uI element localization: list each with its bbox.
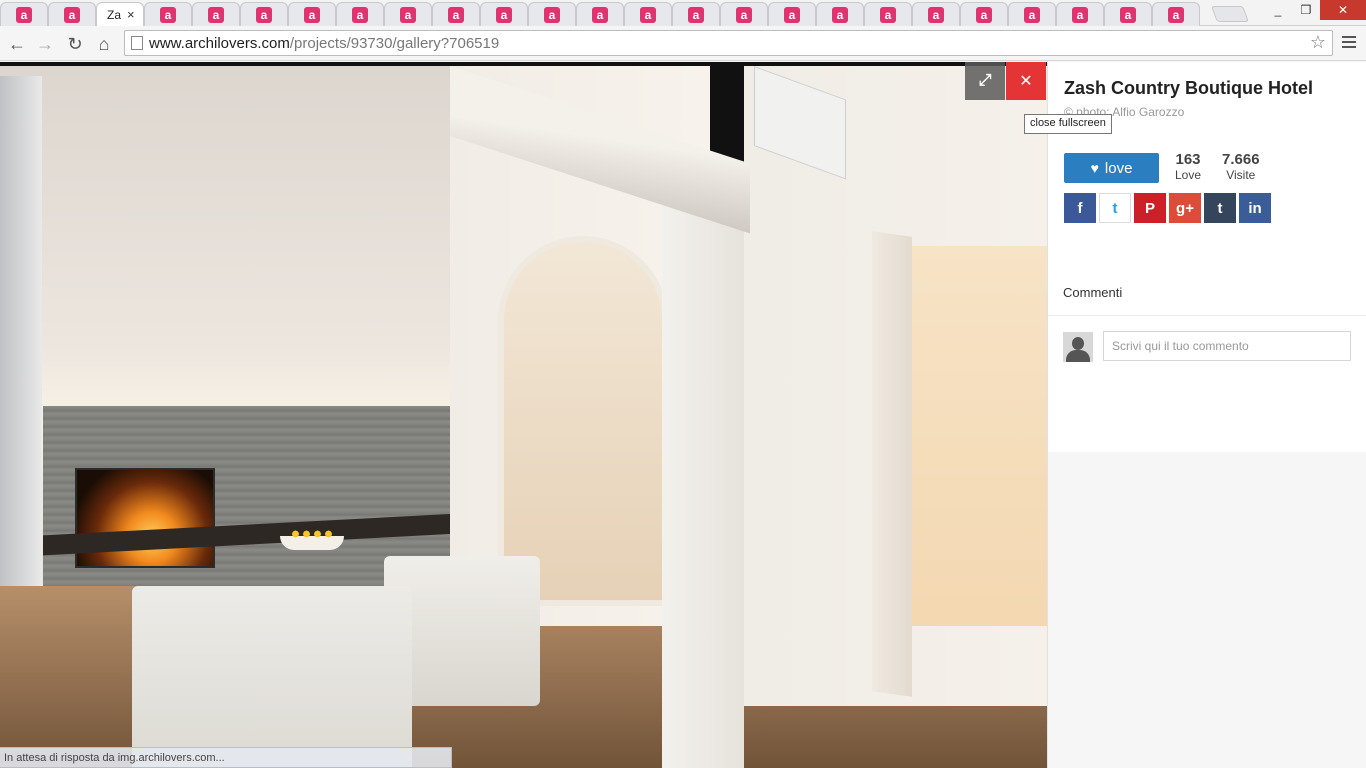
- archilovers-favicon-icon: a: [496, 6, 512, 23]
- archilovers-favicon-icon: a: [640, 6, 656, 23]
- browser-tab[interactable]: a: [912, 2, 960, 26]
- archilovers-favicon-icon: a: [688, 6, 704, 23]
- browser-tab[interactable]: a: [480, 2, 528, 26]
- browser-tab[interactable]: a: [528, 2, 576, 26]
- archilovers-favicon-icon: a: [352, 6, 368, 23]
- archilovers-favicon-icon: a: [208, 6, 224, 23]
- archilovers-favicon-icon: a: [544, 6, 560, 23]
- chrome-menu-icon[interactable]: [1342, 36, 1356, 48]
- page-icon: [131, 36, 143, 50]
- browser-tab[interactable]: a: [1008, 2, 1056, 26]
- status-bar: In attesa di risposta da img.archilovers…: [0, 747, 452, 768]
- archilovers-favicon-icon: a: [304, 6, 320, 23]
- archilovers-favicon-icon: a: [400, 6, 416, 23]
- browser-tab[interactable]: a: [240, 2, 288, 26]
- archilovers-favicon-icon: a: [448, 6, 464, 23]
- fireplace: [75, 468, 215, 568]
- love-count-label: Love: [1175, 168, 1202, 182]
- archilovers-favicon-icon: a: [592, 6, 608, 23]
- archilovers-favicon-icon: a: [1120, 6, 1136, 23]
- love-button[interactable]: ♥ love: [1064, 153, 1159, 183]
- new-tab-button[interactable]: [1211, 6, 1249, 22]
- archilovers-favicon-icon: a: [784, 6, 800, 23]
- browser-tab[interactable]: a: [384, 2, 432, 26]
- tab-active[interactable]: Za ×: [96, 2, 144, 26]
- browser-tab[interactable]: a: [288, 2, 336, 26]
- divider: [1048, 315, 1366, 316]
- browser-tab[interactable]: a: [864, 2, 912, 26]
- social-share-row: f t Pg+ t in: [1064, 193, 1274, 223]
- browser-tab[interactable]: a: [144, 2, 192, 26]
- linkedin-share-icon[interactable]: in: [1239, 193, 1271, 223]
- browser-tab[interactable]: a: [1104, 2, 1152, 26]
- tab-close-icon[interactable]: ×: [127, 7, 135, 22]
- browser-tab[interactable]: a: [816, 2, 864, 26]
- restore-button[interactable]: ❐: [1292, 0, 1320, 20]
- browser-tab[interactable]: a: [336, 2, 384, 26]
- url-text[interactable]: www.archilovers.com/projects/93730/galle…: [149, 35, 499, 52]
- browser-tab[interactable]: a: [1056, 2, 1104, 26]
- minimize-button[interactable]: _: [1264, 0, 1292, 20]
- archilovers-favicon-icon: a: [928, 6, 944, 23]
- tabs-row: a a Za × a a a a a a a a a a a a a a a a a a a a a a: [0, 2, 1200, 26]
- close-window-button[interactable]: ✕: [1320, 0, 1366, 20]
- facebook-share-icon[interactable]: f: [1064, 193, 1096, 223]
- forward-icon[interactable]: →: [34, 33, 56, 55]
- visits-stat: 7.666 Visite: [1222, 151, 1260, 182]
- browser-tab[interactable]: a: [0, 2, 48, 26]
- browser-tab[interactable]: a: [720, 2, 768, 26]
- archilovers-favicon-icon: a: [1168, 6, 1184, 23]
- browser-tab[interactable]: a: [672, 2, 720, 26]
- tumblr-share-icon[interactable]: t: [1204, 193, 1236, 223]
- comments-heading: Commenti: [1063, 285, 1123, 300]
- photo-viewer: ⤢ ✕: [0, 62, 1047, 768]
- bookmark-star-icon[interactable]: ☆: [1310, 32, 1326, 53]
- gallery-photo[interactable]: [0, 66, 1047, 768]
- url-host: www.archilovers.com: [149, 35, 290, 52]
- expand-icon[interactable]: ⤢: [965, 62, 1005, 100]
- browser-tab[interactable]: a: [624, 2, 672, 26]
- browser-tab[interactable]: a: [432, 2, 480, 26]
- home-icon[interactable]: ⌂: [93, 33, 115, 55]
- archilovers-favicon-icon: a: [64, 6, 80, 23]
- visits-count: 7.666: [1222, 151, 1260, 168]
- browser-tab[interactable]: a: [576, 2, 624, 26]
- archilovers-favicon-icon: a: [16, 6, 32, 23]
- visits-label: Visite: [1226, 168, 1256, 182]
- tab-title: Za: [107, 7, 122, 22]
- love-count: 163: [1175, 151, 1201, 168]
- browser-tab[interactable]: a: [768, 2, 816, 26]
- reload-icon[interactable]: ↻: [64, 33, 86, 55]
- love-stat: 163 Love: [1175, 151, 1201, 182]
- project-side-panel: Zash Country Boutique Hotel © photo: Alf…: [1047, 62, 1366, 768]
- google-plus-share-icon[interactable]: g+: [1169, 193, 1201, 223]
- archilovers-favicon-icon: a: [256, 6, 272, 23]
- archilovers-favicon-icon: a: [736, 6, 752, 23]
- project-title: Zash Country Boutique Hotel: [1064, 78, 1313, 98]
- archilovers-favicon-icon: a: [976, 6, 992, 23]
- love-button-label: love: [1104, 159, 1133, 177]
- browser-tab[interactable]: a: [48, 2, 96, 26]
- back-icon[interactable]: ←: [6, 33, 28, 55]
- archilovers-favicon-icon: a: [1072, 6, 1088, 23]
- browser-tab[interactable]: a: [960, 2, 1008, 26]
- close-fullscreen-tooltip: close fullscreen: [1024, 114, 1112, 134]
- archilovers-favicon-icon: a: [832, 6, 848, 23]
- browser-toolbar: ← → ↻ ⌂ www.archilovers.com/projects/937…: [0, 27, 1366, 61]
- user-avatar: [1063, 332, 1093, 362]
- twitter-share-icon[interactable]: t: [1099, 193, 1131, 223]
- close-fullscreen-button[interactable]: ✕: [1006, 62, 1046, 100]
- browser-tab[interactable]: a: [1152, 2, 1200, 26]
- archilovers-favicon-icon: a: [160, 6, 176, 23]
- pinterest-share-icon[interactable]: P: [1134, 193, 1166, 223]
- archilovers-favicon-icon: a: [1024, 6, 1040, 23]
- comment-input[interactable]: [1103, 331, 1351, 361]
- tab-strip: a a Za × a a a a a a a a a a a a a a a a a a a a a a _ ❐ ✕: [0, 0, 1366, 26]
- heart-icon: ♥: [1090, 160, 1099, 176]
- url-path: /projects/93730/gallery?706519: [289, 35, 500, 52]
- browser-tab[interactable]: a: [192, 2, 240, 26]
- archilovers-favicon-icon: a: [880, 6, 896, 23]
- address-bar[interactable]: www.archilovers.com/projects/93730/galle…: [124, 30, 1333, 56]
- window-controls: _ ❐ ✕: [1264, 0, 1366, 20]
